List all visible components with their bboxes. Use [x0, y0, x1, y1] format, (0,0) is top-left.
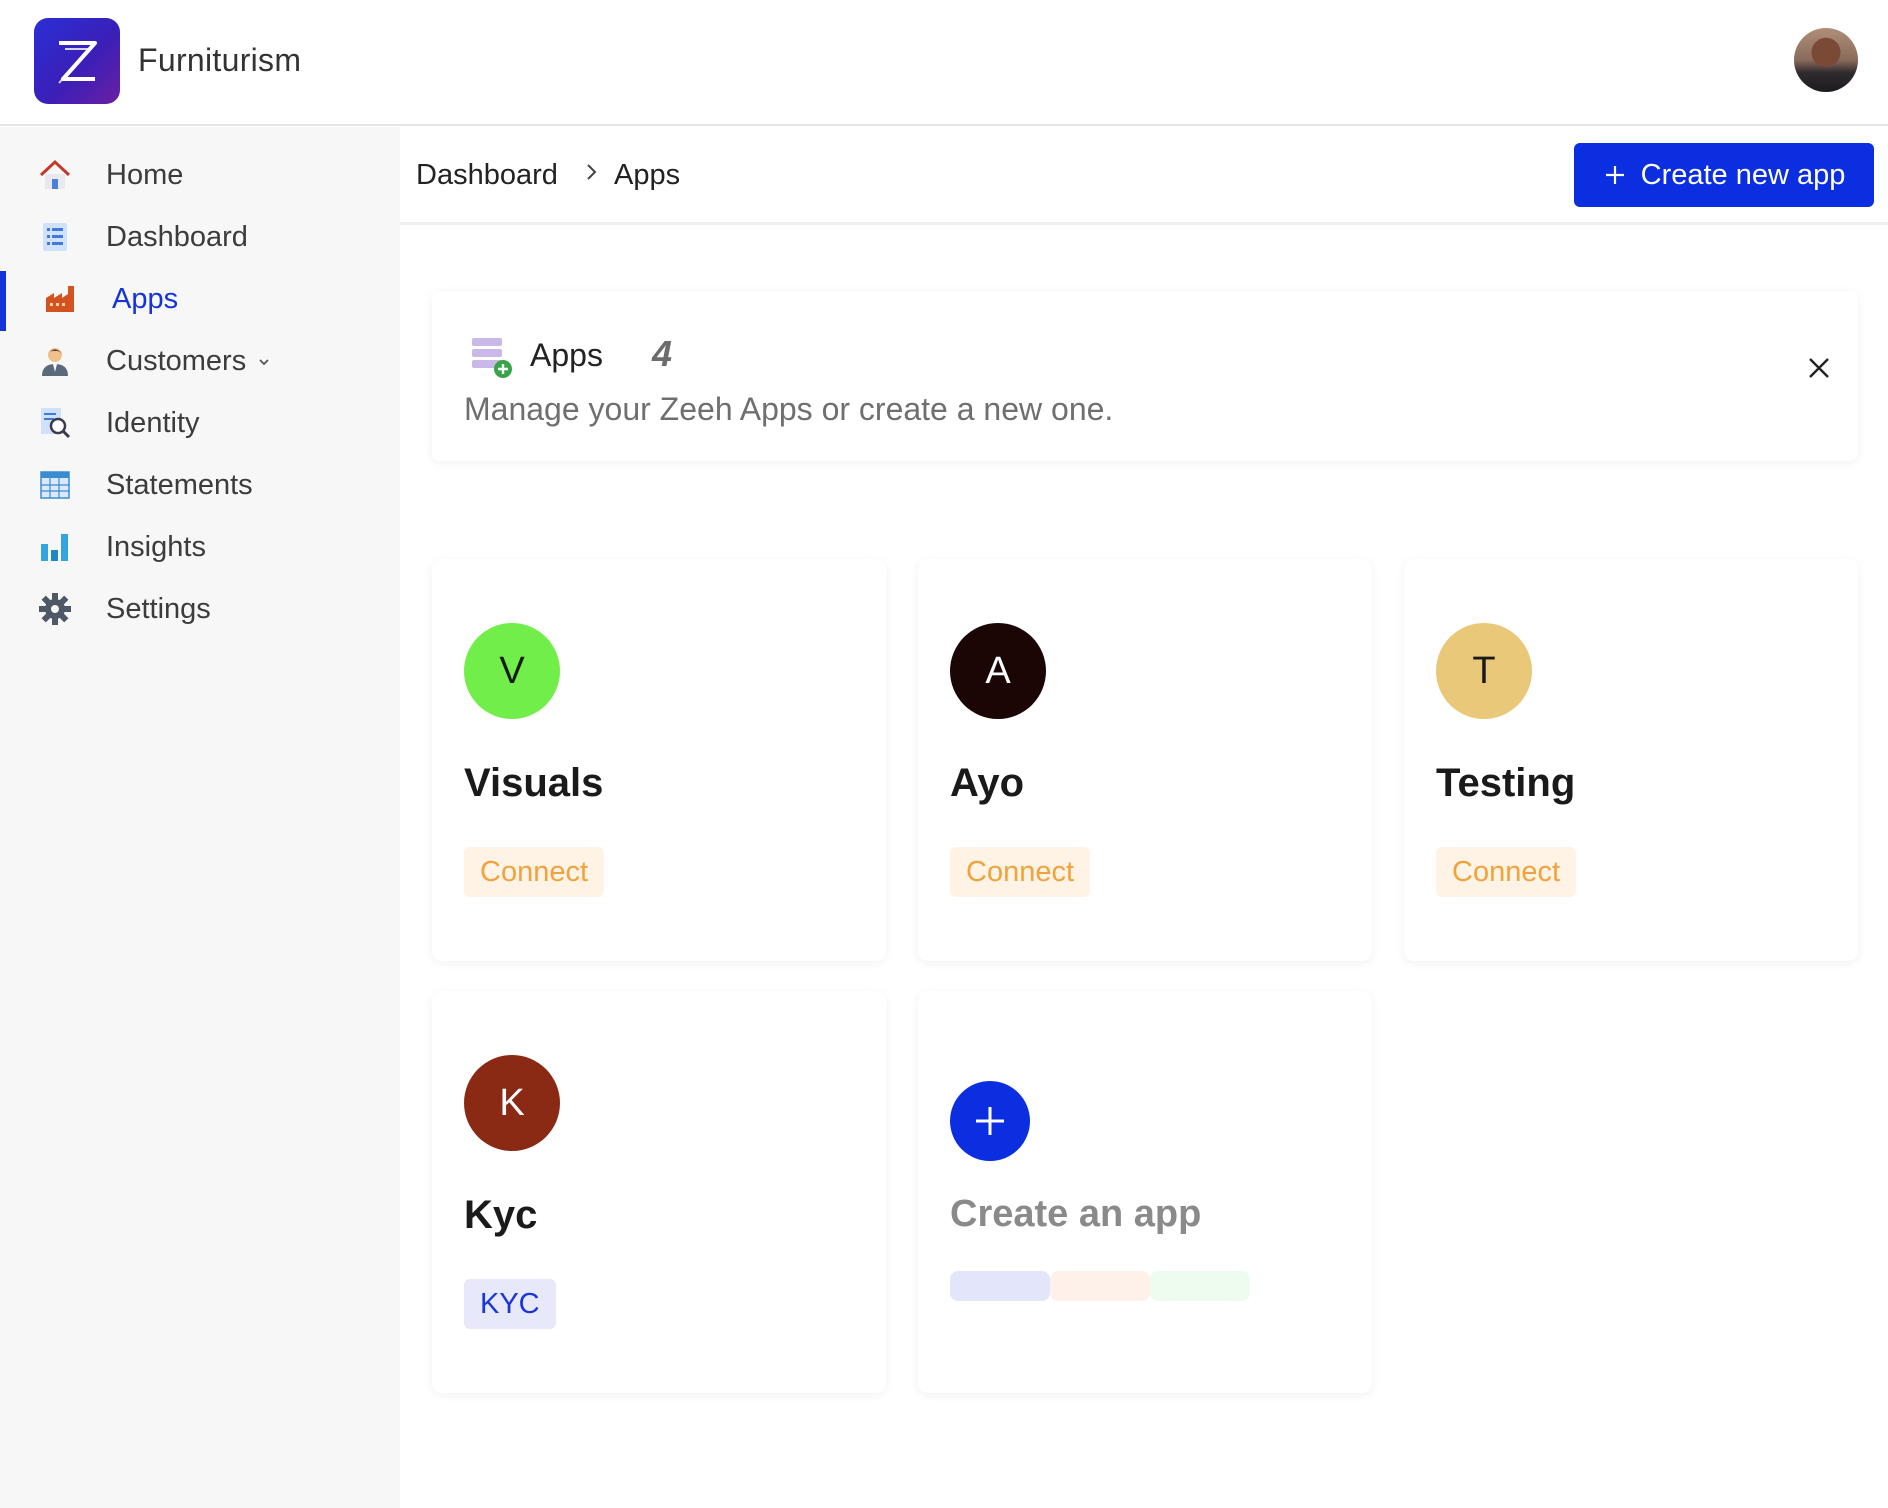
active-indicator [0, 271, 6, 331]
sidebar-item-label: Apps [112, 282, 179, 315]
sidebar-item-dashboard[interactable]: Dashboard [0, 209, 400, 265]
sidebar-item-label: Customers [106, 344, 247, 377]
app-name: Kyc [464, 1193, 538, 1237]
placeholder-pill [950, 1271, 1050, 1301]
banner-title: Apps [530, 337, 603, 373]
plus-icon [1605, 166, 1624, 184]
app-card[interactable]: T Testing Connect [1404, 559, 1858, 961]
app-avatar: V [464, 623, 560, 719]
top-header: Furniturism [0, 0, 1888, 126]
app-card[interactable]: K Kyc KYC [432, 991, 886, 1393]
breadcrumb: Dashboard Apps Create new app [400, 127, 1888, 225]
sidebar-item-statements[interactable]: Statements [0, 457, 400, 513]
close-icon[interactable] [1804, 353, 1834, 383]
sidebar-item-label: Identity [106, 406, 200, 439]
sidebar-item-label: Dashboard [106, 220, 248, 253]
document-search-icon [41, 408, 71, 439]
app-avatar: T [1436, 623, 1532, 719]
chevron-down-icon[interactable] [258, 357, 270, 367]
create-new-app-label: Create new app [1640, 158, 1846, 191]
factory-icon [46, 286, 74, 312]
sidebar-item-label: Settings [106, 592, 211, 625]
sidebar-item-label: Home [106, 158, 184, 191]
breadcrumb-apps: Apps [614, 159, 681, 191]
app-initial: T [1472, 649, 1496, 692]
banner-description: Manage your Zeeh Apps or create a new on… [464, 391, 1114, 427]
app-name: Ayo [950, 761, 1025, 805]
sidebar-item-apps[interactable]: Apps [0, 271, 400, 331]
sidebar-item-label: Statements [106, 468, 253, 501]
app-card[interactable]: V Visuals Connect [432, 559, 886, 961]
sidebar-item-label: Insights [106, 530, 206, 563]
sidebar-item-customers[interactable]: Customers [0, 333, 400, 389]
database-add-icon [472, 338, 512, 378]
breadcrumb-dashboard[interactable]: Dashboard [416, 159, 558, 192]
app-card[interactable]: A Ayo Connect [918, 559, 1372, 961]
home-icon [39, 159, 71, 189]
app-avatar: A [950, 623, 1046, 719]
brand-name: Furniturism [138, 42, 302, 78]
placeholder-pill [1150, 1271, 1250, 1301]
connect-button[interactable]: Connect [950, 847, 1091, 897]
create-app-card[interactable]: Create an app [918, 991, 1372, 1393]
sidebar: Home Dashboard Apps Customers Identity S… [0, 127, 400, 1508]
app-initial: A [985, 649, 1011, 692]
gear-icon [39, 593, 71, 625]
app-initial: K [499, 1081, 525, 1124]
create-app-label: Create an app [950, 1193, 1202, 1235]
sidebar-item-settings[interactable]: Settings [0, 581, 400, 637]
spreadsheet-icon [40, 471, 70, 499]
kyc-badge[interactable]: KYC [464, 1279, 556, 1329]
sidebar-item-identity[interactable]: Identity [0, 395, 400, 451]
placeholder-pill [1050, 1271, 1150, 1301]
user-avatar[interactable] [1794, 28, 1858, 92]
create-app-button[interactable] [950, 1081, 1030, 1161]
app-name: Testing [1436, 761, 1576, 805]
chevron-right-icon [587, 164, 597, 180]
apps-banner: Apps 4 Manage your Zeeh Apps or create a… [432, 291, 1858, 461]
create-new-app-button[interactable]: Create new app [1574, 143, 1874, 207]
person-icon [42, 348, 68, 376]
app-initial: V [499, 649, 525, 692]
connect-button[interactable]: Connect [1436, 847, 1577, 897]
sidebar-item-home[interactable]: Home [0, 147, 400, 203]
sidebar-item-insights[interactable]: Insights [0, 519, 400, 575]
app-name: Visuals [464, 761, 604, 805]
brand-logo[interactable] [34, 18, 120, 104]
bar-chart-icon [41, 534, 68, 561]
main-content: Dashboard Apps Create new app Apps 4 Man… [400, 127, 1888, 1508]
app-avatar: K [464, 1055, 560, 1151]
list-icon [43, 223, 67, 251]
apps-count: 4 [652, 333, 673, 374]
zeeh-logo-icon [58, 41, 97, 84]
plus-icon [976, 1107, 1004, 1135]
connect-button[interactable]: Connect [464, 847, 605, 897]
